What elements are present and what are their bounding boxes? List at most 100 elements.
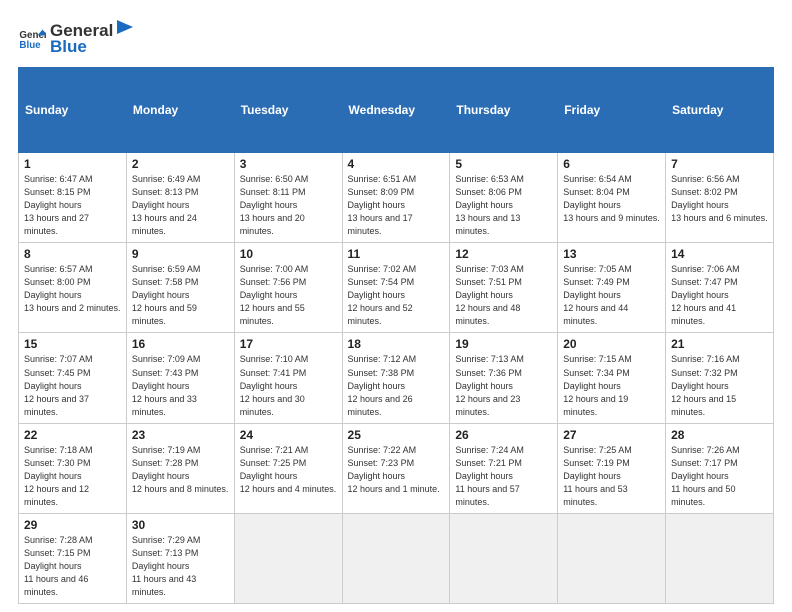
day-number: 5 [455,157,552,171]
day-info: Sunrise: 7:12 AMSunset: 7:38 PMDaylight … [348,353,445,418]
day-info: Sunrise: 7:13 AMSunset: 7:36 PMDaylight … [455,353,552,418]
day-info: Sunrise: 7:18 AMSunset: 7:30 PMDaylight … [24,444,121,509]
calendar-cell: 9 Sunrise: 6:59 AMSunset: 7:58 PMDaylight… [126,243,234,333]
calendar-cell: 13 Sunrise: 7:05 AMSunset: 7:49 PMDayligh… [558,243,666,333]
day-info: Sunrise: 7:07 AMSunset: 7:45 PMDaylight … [24,353,121,418]
calendar-week-3: 22 Sunrise: 7:18 AMSunset: 7:30 PMDayligh… [19,423,774,513]
day-info: Sunrise: 7:09 AMSunset: 7:43 PMDaylight … [132,353,229,418]
calendar-cell: 5 Sunrise: 6:53 AMSunset: 8:06 PMDaylight… [450,153,558,243]
day-number: 22 [24,428,121,442]
calendar-cell: 20 Sunrise: 7:15 AMSunset: 7:34 PMDayligh… [558,333,666,423]
calendar-cell: 4 Sunrise: 6:51 AMSunset: 8:09 PMDaylight… [342,153,450,243]
day-info: Sunrise: 7:00 AMSunset: 7:56 PMDaylight … [240,263,337,328]
day-number: 18 [348,337,445,351]
weekday-thursday: Thursday [450,68,558,153]
day-number: 16 [132,337,229,351]
day-info: Sunrise: 6:50 AMSunset: 8:11 PMDaylight … [240,173,337,238]
day-number: 30 [132,518,229,532]
day-number: 4 [348,157,445,171]
day-number: 2 [132,157,229,171]
day-info: Sunrise: 6:54 AMSunset: 8:04 PMDaylight … [563,173,660,225]
calendar-week-2: 15 Sunrise: 7:07 AMSunset: 7:45 PMDayligh… [19,333,774,423]
calendar-cell: 8Sunrise: 6:57 AMSunset: 8:00 PMDaylight… [19,243,127,333]
day-number: 1 [24,157,121,171]
calendar-cell: 2 Sunrise: 6:49 AMSunset: 8:13 PMDaylight… [126,153,234,243]
calendar-cell: 29 Sunrise: 7:28 AMSunset: 7:15 PMDayligh… [19,513,127,603]
day-info: Sunrise: 7:03 AMSunset: 7:51 PMDaylight … [455,263,552,328]
logo: General Blue General Blue [18,18,135,57]
day-info: Sunrise: 7:29 AMSunset: 7:13 PMDaylight … [132,534,229,599]
day-number: 7 [671,157,768,171]
header: General Blue General Blue [18,18,774,57]
day-number: 12 [455,247,552,261]
weekday-tuesday: Tuesday [234,68,342,153]
day-info: Sunrise: 6:51 AMSunset: 8:09 PMDaylight … [348,173,445,238]
calendar-cell: 27Sunrise: 7:25 AMSunset: 7:19 PMDayligh… [558,423,666,513]
calendar-cell: 11 Sunrise: 7:02 AMSunset: 7:54 PMDayligh… [342,243,450,333]
day-number: 24 [240,428,337,442]
calendar-cell: 6 Sunrise: 6:54 AMSunset: 8:04 PMDaylight… [558,153,666,243]
calendar-cell: 19 Sunrise: 7:13 AMSunset: 7:36 PMDayligh… [450,333,558,423]
day-number: 9 [132,247,229,261]
weekday-monday: Monday [126,68,234,153]
calendar-cell: 28 Sunrise: 7:26 AMSunset: 7:17 PMDayligh… [666,423,774,513]
day-number: 3 [240,157,337,171]
day-number: 8 [24,247,121,261]
day-info: Sunrise: 7:28 AMSunset: 7:15 PMDaylight … [24,534,121,599]
calendar-cell: 23 Sunrise: 7:19 AMSunset: 7:28 PMDayligh… [126,423,234,513]
day-info: Sunrise: 7:02 AMSunset: 7:54 PMDaylight … [348,263,445,328]
weekday-sunday: Sunday [19,68,127,153]
day-number: 11 [348,247,445,261]
calendar-cell: 12 Sunrise: 7:03 AMSunset: 7:51 PMDayligh… [450,243,558,333]
day-number: 26 [455,428,552,442]
calendar-cell: 17 Sunrise: 7:10 AMSunset: 7:41 PMDayligh… [234,333,342,423]
calendar-cell: 26Sunrise: 7:24 AMSunset: 7:21 PMDayligh… [450,423,558,513]
day-info: Sunrise: 7:22 AMSunset: 7:23 PMDaylight … [348,444,445,496]
calendar-cell [234,513,342,603]
calendar-cell: 10Sunrise: 7:00 AMSunset: 7:56 PMDayligh… [234,243,342,333]
day-number: 13 [563,247,660,261]
day-number: 19 [455,337,552,351]
day-info: Sunrise: 7:19 AMSunset: 7:28 PMDaylight … [132,444,229,496]
weekday-friday: Friday [558,68,666,153]
day-number: 6 [563,157,660,171]
day-info: Sunrise: 7:16 AMSunset: 7:32 PMDaylight … [671,353,768,418]
day-number: 14 [671,247,768,261]
calendar-cell: 30 Sunrise: 7:29 AMSunset: 7:13 PMDayligh… [126,513,234,603]
day-info: Sunrise: 7:25 AMSunset: 7:19 PMDaylight … [563,444,660,509]
day-number: 23 [132,428,229,442]
day-info: Sunrise: 6:53 AMSunset: 8:06 PMDaylight … [455,173,552,238]
weekday-wednesday: Wednesday [342,68,450,153]
calendar-cell: 15 Sunrise: 7:07 AMSunset: 7:45 PMDayligh… [19,333,127,423]
day-info: Sunrise: 7:15 AMSunset: 7:34 PMDaylight … [563,353,660,418]
logo-icon: General Blue [18,24,46,52]
calendar-cell: 7Sunrise: 6:56 AMSunset: 8:02 PMDaylight… [666,153,774,243]
day-number: 28 [671,428,768,442]
calendar-week-0: 1Sunrise: 6:47 AMSunset: 8:15 PMDaylight… [19,153,774,243]
calendar-cell: 16 Sunrise: 7:09 AMSunset: 7:43 PMDayligh… [126,333,234,423]
day-info: Sunrise: 7:05 AMSunset: 7:49 PMDaylight … [563,263,660,328]
day-number: 21 [671,337,768,351]
day-number: 20 [563,337,660,351]
day-number: 25 [348,428,445,442]
day-info: Sunrise: 7:21 AMSunset: 7:25 PMDaylight … [240,444,337,496]
weekday-header-row: SundayMondayTuesdayWednesdayThursdayFrid… [19,68,774,153]
calendar-cell [450,513,558,603]
calendar-cell: 24 Sunrise: 7:21 AMSunset: 7:25 PMDayligh… [234,423,342,513]
calendar-cell: 14Sunrise: 7:06 AMSunset: 7:47 PMDayligh… [666,243,774,333]
day-number: 15 [24,337,121,351]
day-info: Sunrise: 6:49 AMSunset: 8:13 PMDaylight … [132,173,229,238]
day-info: Sunrise: 7:10 AMSunset: 7:41 PMDaylight … [240,353,337,418]
day-number: 17 [240,337,337,351]
logo-arrow-icon [113,18,135,36]
day-info: Sunrise: 7:26 AMSunset: 7:17 PMDaylight … [671,444,768,509]
day-number: 29 [24,518,121,532]
calendar-table: SundayMondayTuesdayWednesdayThursdayFrid… [18,67,774,604]
calendar-cell: 21 Sunrise: 7:16 AMSunset: 7:32 PMDayligh… [666,333,774,423]
calendar-week-1: 8Sunrise: 6:57 AMSunset: 8:00 PMDaylight… [19,243,774,333]
page: General Blue General Blue [0,0,792,612]
day-info: Sunrise: 6:59 AMSunset: 7:58 PMDaylight … [132,263,229,328]
svg-text:Blue: Blue [19,39,41,50]
calendar-cell [342,513,450,603]
calendar-cell: 25 Sunrise: 7:22 AMSunset: 7:23 PMDayligh… [342,423,450,513]
